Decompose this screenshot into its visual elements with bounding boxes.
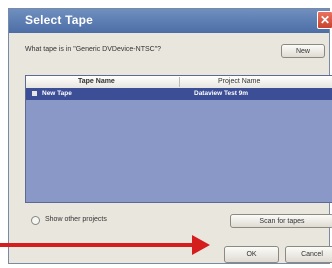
table-row[interactable]: New Tape Dataview Test 9m	[26, 88, 332, 100]
cancel-button[interactable]: Cancel	[285, 246, 332, 263]
tape-list[interactable]: Tape Name Project Name New Tape Dataview…	[25, 75, 332, 203]
annotation-arrow-head-icon	[192, 235, 210, 255]
select-tape-dialog: Select Tape ✕ What tape is in "Generic D…	[8, 8, 332, 264]
column-divider	[179, 77, 180, 87]
column-header-tape-name[interactable]: Tape Name	[78, 78, 115, 85]
annotation-arrow-line	[0, 243, 198, 247]
scan-for-tapes-button[interactable]: Scan for tapes	[230, 214, 332, 228]
row-tape-name: New Tape	[42, 90, 72, 97]
new-button[interactable]: New	[281, 44, 325, 58]
ok-button[interactable]: OK	[224, 246, 279, 263]
show-other-projects-radio[interactable]	[31, 216, 40, 225]
row-project-name: Dataview Test 9m	[194, 90, 249, 97]
close-icon: ✕	[319, 13, 331, 27]
show-other-projects-label: Show other projects	[45, 216, 107, 223]
tape-question: What tape is in "Generic DVDevice-NTSC"?	[25, 46, 162, 53]
tape-icon	[32, 91, 37, 96]
title-bar: Select Tape ✕	[9, 9, 332, 33]
column-header-project-name[interactable]: Project Name	[218, 78, 260, 85]
close-button[interactable]: ✕	[317, 11, 332, 29]
dialog-title: Select Tape	[25, 13, 94, 27]
